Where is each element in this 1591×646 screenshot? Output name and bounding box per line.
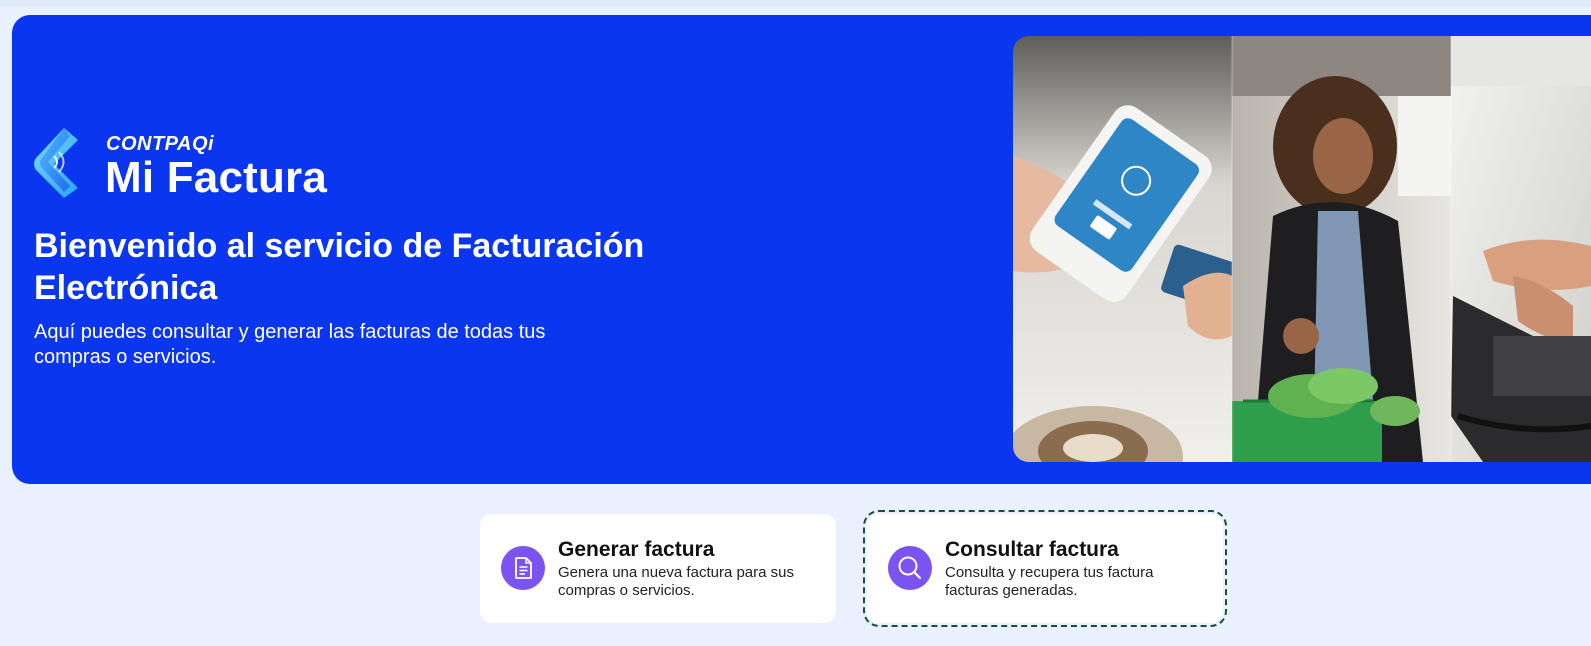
woman-shopping-photo — [1232, 36, 1451, 462]
generate-invoice-card[interactable]: Generar factura Genera una nueva factura… — [480, 514, 836, 623]
hero-subtitle: Aquí puedes consultar y generar las fact… — [34, 321, 546, 368]
card-payment-terminal-photo: VISA — [1013, 36, 1251, 462]
checkout-counter-photo — [1451, 36, 1591, 462]
generate-invoice-title: Generar factura — [558, 538, 715, 561]
hero-banner: CONTPAQi Mi Factura Bienvenido al servic… — [12, 15, 1591, 484]
generate-invoice-description: Genera una nueva factura para sus compra… — [558, 564, 794, 599]
brand-product: Mi Factura — [105, 153, 328, 202]
consult-invoice-card[interactable]: Consultar factura Consulta y recupera tu… — [863, 510, 1227, 627]
hero-photo-collage: VISA — [1013, 36, 1591, 462]
document-icon — [501, 546, 545, 590]
hero-title: Bienvenido al servicio de Facturación El… — [34, 227, 645, 307]
search-icon — [888, 546, 932, 590]
top-strip — [0, 0, 1591, 6]
brand-logo[interactable]: CONTPAQi Mi Factura — [34, 128, 334, 202]
consult-invoice-description: Consulta y recupera tus factura facturas… — [945, 564, 1154, 599]
consult-invoice-title: Consultar factura — [945, 538, 1119, 561]
brand-mark-icon — [34, 128, 78, 198]
